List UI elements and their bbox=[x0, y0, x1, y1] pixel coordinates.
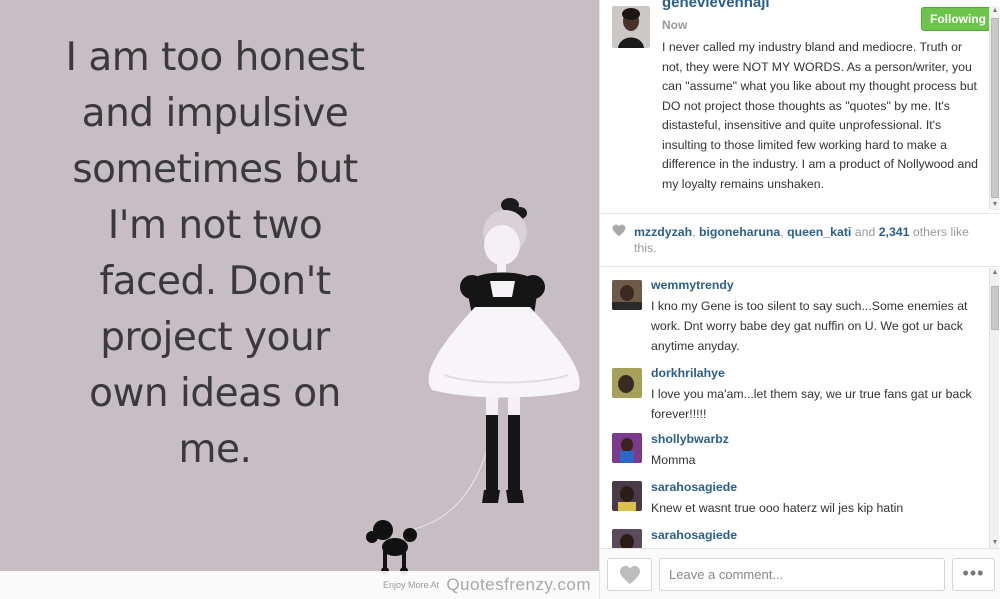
likes-text: mzzdyzah, bigoneharuna, queen_kati and 2… bbox=[634, 224, 989, 256]
comment-item: dorkhrilahye I love you ma'am...let them… bbox=[600, 362, 985, 422]
liker-link[interactable]: mzzdyzah bbox=[634, 225, 692, 239]
commenter-photo bbox=[612, 481, 642, 511]
following-button[interactable]: Following bbox=[921, 7, 995, 31]
commenter-photo bbox=[612, 529, 642, 548]
comment-text: I love you ma'am...let them say, we ur t… bbox=[651, 387, 972, 421]
commenter-photo bbox=[612, 280, 642, 310]
commenter-username-link[interactable]: wemmytrendy bbox=[651, 278, 734, 292]
comment-item: shollybwarbz Momma bbox=[600, 430, 985, 470]
comments-scroll-thumb[interactable] bbox=[991, 286, 999, 330]
commenter-username-link[interactable]: sarahosagiede bbox=[651, 480, 737, 494]
author-username-link[interactable]: genevievennaji bbox=[662, 0, 770, 11]
post-caption-section: genevievennaji Now Following I never cal… bbox=[600, 0, 1000, 212]
like-button[interactable] bbox=[607, 558, 652, 591]
comment-text: I kno my Gene is too silent to say such.… bbox=[651, 299, 968, 353]
author-avatar[interactable] bbox=[612, 6, 650, 48]
commenter-username-link[interactable]: dorkhrilahye bbox=[651, 366, 725, 380]
commenter-username-link[interactable]: shollybwarbz bbox=[651, 432, 729, 446]
comment-text: Momma bbox=[651, 453, 696, 467]
instagram-post-view: I am too honest and impulsive sometimes … bbox=[0, 0, 1000, 599]
comment-input[interactable] bbox=[659, 558, 945, 591]
commenter-photo bbox=[612, 433, 642, 463]
quote-text: I am too honest and impulsive sometimes … bbox=[65, 35, 366, 472]
author-photo bbox=[612, 6, 650, 48]
watermark-site: Quotesfrenzy.com bbox=[446, 575, 591, 594]
comments-scrollbar[interactable]: ▲ ▼ bbox=[989, 268, 999, 548]
scroll-down-arrow-icon[interactable]: ▼ bbox=[990, 538, 1000, 548]
girl-with-poodle-illustration bbox=[366, 198, 580, 575]
commenter-avatar[interactable] bbox=[612, 433, 642, 463]
watermark-caption: Enjoy More At bbox=[382, 580, 439, 590]
likes-separator: , bbox=[692, 225, 699, 239]
scroll-down-arrow-icon[interactable]: ▼ bbox=[990, 200, 1000, 210]
liker-link[interactable]: queen_kati bbox=[787, 225, 851, 239]
more-options-button[interactable]: ••• bbox=[952, 558, 995, 591]
caption-scrollbar[interactable]: ▲ ▼ bbox=[989, 6, 999, 210]
post-image[interactable]: I am too honest and impulsive sometimes … bbox=[0, 0, 599, 599]
scroll-up-arrow-icon[interactable]: ▲ bbox=[990, 268, 1000, 278]
commenter-avatar[interactable] bbox=[612, 280, 642, 310]
commenter-avatar[interactable] bbox=[612, 529, 642, 548]
scroll-up-arrow-icon[interactable]: ▲ bbox=[990, 6, 1000, 16]
comment-item: sarahosagiede bbox=[600, 526, 985, 548]
post-caption: I never called my industry bland and med… bbox=[662, 40, 979, 191]
heart-icon bbox=[612, 224, 626, 237]
likes-summary: mzzdyzah, bigoneharuna, queen_kati and 2… bbox=[600, 213, 1000, 267]
post-sidebar: genevievennaji Now Following I never cal… bbox=[599, 0, 1000, 599]
caption-scroll-thumb[interactable] bbox=[991, 18, 999, 198]
commenter-avatar[interactable] bbox=[612, 481, 642, 511]
likes-and: and bbox=[851, 225, 879, 239]
likes-count-link[interactable]: 2,341 bbox=[879, 225, 910, 239]
commenter-avatar[interactable] bbox=[612, 368, 642, 398]
post-timestamp: Now bbox=[662, 18, 688, 32]
comment-item: wemmytrendy I kno my Gene is too silent … bbox=[600, 276, 985, 356]
comment-text: Knew et wasnt true ooo haterz wil jes ki… bbox=[651, 501, 904, 515]
comment-bar: ••• bbox=[600, 548, 1000, 599]
heart-icon bbox=[620, 565, 640, 585]
liker-link[interactable]: bigoneharuna bbox=[699, 225, 780, 239]
commenter-photo bbox=[612, 368, 642, 398]
comments-list[interactable]: wemmytrendy I kno my Gene is too silent … bbox=[600, 268, 1000, 548]
commenter-username-link[interactable]: sarahosagiede bbox=[651, 528, 737, 542]
comment-item: sarahosagiede Knew et wasnt true ooo hat… bbox=[600, 478, 985, 518]
